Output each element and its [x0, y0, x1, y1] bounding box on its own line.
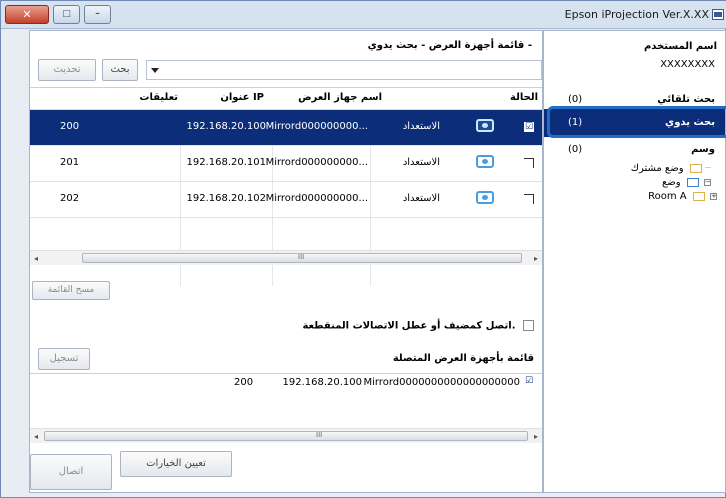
tree-item-label: وضع [661, 177, 681, 188]
tree-item-room-a[interactable]: Room A + [648, 191, 717, 202]
maximize-button[interactable]: □ [53, 5, 80, 24]
collapse-icon[interactable]: − [704, 178, 711, 186]
scroll-grip: III [298, 253, 305, 261]
projector-list-title: قائمة أجهزة العرض - بحث يدوي - [367, 40, 532, 51]
minimize-icon: – [95, 9, 100, 19]
connected-list-title: قائمة بأجهزة العرض المتصلة [392, 353, 534, 364]
row-checkbox[interactable] [524, 194, 534, 204]
row-ip: 192.168.20.101 [186, 157, 266, 168]
scroll-right-icon[interactable]: ▸ [534, 432, 538, 441]
scroll-grip: III [316, 431, 323, 439]
row-status: الاستعداد [402, 121, 440, 132]
row-status: الاستعداد [402, 157, 440, 168]
sidebar-item-label: بحث تلقائي [657, 94, 715, 105]
tree-item-label: Room A [648, 191, 687, 202]
connected-horizontal-scrollbar[interactable]: ◂ III ▸ [30, 428, 542, 443]
moderator-checkbox-row[interactable]: اتصل كمضيف أو عطل الاتصالات المنقطعة. [302, 320, 534, 332]
projector-list-panel: قائمة أجهزة العرض - بحث يدوي - تحديث بحث… [29, 30, 543, 493]
table-horizontal-scrollbar[interactable]: ◂ III ▸ [30, 250, 542, 265]
connected-checkbox[interactable]: ☑ [524, 377, 534, 387]
sidebar-item-count: (0) [568, 94, 583, 105]
window-title: Epson iProjection Ver.X.XX [564, 8, 709, 21]
table-row[interactable]: الاستعداد Mirrord000000000... 192.168.20… [30, 182, 542, 218]
sidebar-item-count: (0) [568, 144, 583, 155]
maximize-icon: □ [62, 9, 71, 19]
column-comment[interactable]: تعليقات [139, 92, 178, 103]
table-row[interactable]: ☑ الاستعداد Mirrord000000000... 192.168.… [30, 110, 542, 146]
connected-projector-name: Mirrord0000000000000000000 [363, 377, 520, 388]
scroll-thumb[interactable] [44, 431, 528, 441]
expand-icon[interactable]: + [710, 192, 717, 200]
folder-icon [686, 177, 699, 187]
moderator-checkbox-label: اتصل كمضيف أو عطل الاتصالات المنقطعة. [302, 320, 516, 332]
table-row[interactable]: الاستعداد Mirrord000000000... 192.168.20… [30, 146, 542, 182]
sidebar-item-label: وسم [691, 144, 715, 155]
row-checkbox[interactable] [524, 158, 534, 168]
row-comment: 201 [60, 157, 80, 168]
tree-item-shared-mode[interactable]: وضع مشترك ┈ [631, 163, 711, 174]
search-combobox[interactable] [146, 60, 542, 80]
row-comment: 200 [60, 121, 80, 132]
sidebar-item-tag[interactable]: وسم (0) [544, 139, 725, 161]
row-ip: 192.168.20.102 [186, 193, 266, 204]
row-checkbox[interactable]: ☑ [524, 122, 534, 132]
folder-icon [689, 163, 702, 173]
scroll-left-icon[interactable]: ◂ [34, 432, 38, 441]
app-window: ✕ □ – Epson iProjection Ver.X.XX قائمة أ… [0, 0, 726, 498]
projector-icon [476, 119, 494, 132]
connected-ip: 192.168.20.100 [282, 377, 362, 388]
projector-icon [476, 155, 494, 168]
connect-button[interactable]: اتصال [30, 454, 112, 490]
row-projector-name: Mirrord000000000... [265, 193, 368, 204]
column-status[interactable]: الحالة [510, 92, 538, 103]
title-bar: ✕ □ – Epson iProjection Ver.X.XX [1, 1, 726, 29]
column-name[interactable]: اسم جهاز العرض [298, 92, 382, 103]
column-ip[interactable]: عنوان IP [220, 92, 264, 103]
list-item[interactable]: ☑ Mirrord0000000000000000000 192.168.20.… [30, 374, 542, 392]
app-logo-icon [712, 9, 724, 20]
clear-list-button[interactable]: مسح القائمة [32, 281, 110, 300]
projector-icon [476, 191, 494, 204]
connected-comment: 200 [234, 377, 254, 388]
tree-connector: ┈ [704, 163, 711, 174]
selection-highlight [547, 106, 726, 138]
close-icon: ✕ [22, 8, 32, 21]
row-projector-name: Mirrord000000000... [265, 157, 368, 168]
row-ip: 192.168.20.100 [186, 121, 266, 132]
tree-item-label: وضع مشترك [630, 163, 684, 174]
row-comment: 202 [60, 193, 80, 204]
row-status: الاستعداد [402, 193, 440, 204]
table-header: الحالة اسم جهاز العرض عنوان IP تعليقات [30, 88, 542, 110]
user-name: XXXXXXXX [660, 59, 715, 70]
moderator-checkbox[interactable] [523, 320, 534, 331]
table-row [30, 218, 542, 254]
close-button[interactable]: ✕ [5, 5, 49, 24]
folder-icon [692, 191, 705, 201]
row-projector-name: Mirrord000000000... [265, 121, 368, 132]
update-button[interactable]: تحديث [38, 59, 96, 81]
search-button[interactable]: بحث [102, 59, 138, 81]
tree-item-mode[interactable]: وضع − [662, 177, 711, 188]
scroll-right-icon[interactable]: ▸ [534, 254, 538, 263]
minimize-button[interactable]: – [84, 5, 111, 24]
scroll-left-icon[interactable]: ◂ [34, 254, 38, 263]
sidebar: اسم المستخدم XXXXXXXX بحث تلقائي (0) بحث… [543, 30, 726, 493]
chevron-down-icon[interactable] [151, 68, 159, 73]
set-options-button[interactable]: تعيين الخيارات [120, 451, 232, 477]
register-button[interactable]: تسجيل [38, 348, 90, 370]
user-name-label: اسم المستخدم [643, 41, 717, 52]
